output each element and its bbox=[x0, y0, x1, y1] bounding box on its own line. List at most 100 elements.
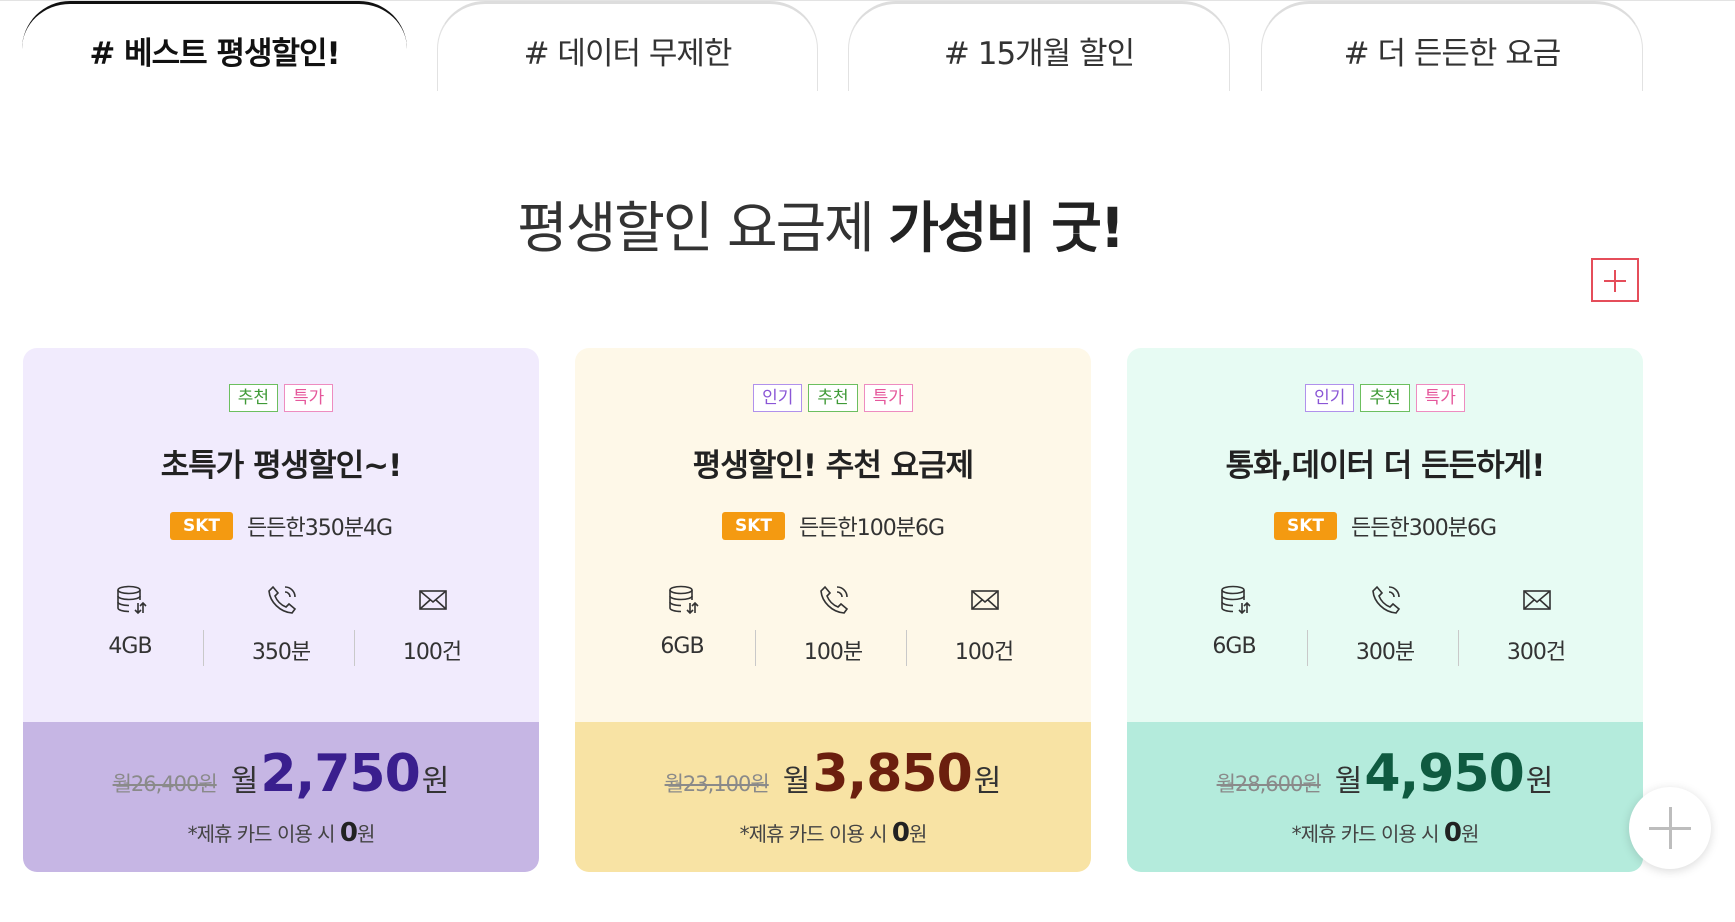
badge-special-price: 특가 bbox=[1415, 384, 1465, 412]
original-price: 월26,400원 bbox=[112, 772, 218, 796]
tab-15-month-discount[interactable]: # 15개월 할인 bbox=[848, 1, 1230, 91]
note-text: *제휴 카드 이용 시 bbox=[739, 822, 892, 846]
plan-specs: 6GB 300분 300건 bbox=[1127, 578, 1643, 678]
spec-divider bbox=[354, 630, 355, 666]
phone-icon bbox=[268, 585, 297, 614]
tab-label: # 데이터 무제한 bbox=[523, 36, 733, 72]
tab-more-reliable-plans[interactable]: # 더 든든한 요금 bbox=[1261, 1, 1643, 91]
note-zero: 0 bbox=[1443, 818, 1462, 848]
spec-value: 350분 bbox=[251, 640, 311, 665]
note-text: *제휴 카드 이용 시 bbox=[187, 822, 340, 846]
database-icon bbox=[669, 585, 699, 615]
plan-card[interactable]: 추천 특가 초특가 평생할인~! SKT 든든한350분4G 4GB 350분 bbox=[23, 348, 539, 872]
envelope-icon bbox=[419, 590, 447, 610]
spec-call: 100분 bbox=[758, 578, 908, 678]
price-prefix: 월 bbox=[230, 764, 259, 799]
tab-label: # 15개월 할인 bbox=[943, 36, 1135, 72]
phone-icon bbox=[820, 585, 849, 614]
envelope-icon bbox=[971, 590, 999, 610]
tab-label: # 베스트 평생할인! bbox=[89, 36, 340, 72]
badge-group: 인기 추천 특가 bbox=[1127, 384, 1643, 412]
database-icon bbox=[1221, 585, 1251, 615]
database-icon bbox=[117, 585, 147, 615]
original-price: 월28,600원 bbox=[1216, 772, 1322, 796]
spec-value: 300분 bbox=[1355, 640, 1415, 665]
card-discount-note: *제휴 카드 이용 시 0원 bbox=[23, 818, 539, 848]
carrier-badge: SKT bbox=[169, 512, 233, 540]
plan-card-top: 추천 특가 초특가 평생할인~! SKT 든든한350분4G 4GB 350분 bbox=[23, 348, 539, 722]
spec-value: 6GB bbox=[1212, 634, 1256, 659]
note-unit: 원 bbox=[356, 822, 375, 846]
spec-divider bbox=[906, 630, 907, 666]
price-row: 월28,600원 월 4,950 원 bbox=[1127, 744, 1643, 804]
price-suffix: 원 bbox=[421, 764, 450, 799]
plan-specs: 6GB 100분 100건 bbox=[575, 578, 1091, 678]
note-unit: 원 bbox=[1460, 822, 1479, 846]
spec-call: 300분 bbox=[1310, 578, 1460, 678]
floating-plus-icon[interactable] bbox=[1629, 787, 1711, 869]
spec-call: 350분 bbox=[206, 578, 356, 678]
spec-divider bbox=[755, 630, 756, 666]
plan-row: SKT 든든한100분6G bbox=[575, 510, 1091, 542]
spec-value: 100건 bbox=[954, 640, 1014, 665]
price-amount: 4,950 bbox=[1364, 744, 1524, 804]
price-amount: 2,750 bbox=[260, 744, 420, 804]
spec-value: 4GB bbox=[108, 634, 152, 659]
original-price: 월23,100원 bbox=[664, 772, 770, 796]
headline-normal: 평생할인 요금제 bbox=[517, 196, 889, 260]
plan-row: SKT 든든한350분4G bbox=[23, 510, 539, 542]
price-suffix: 원 bbox=[1525, 764, 1554, 799]
plan-price-area: 월26,400원 월 2,750 원 *제휴 카드 이용 시 0원 bbox=[23, 722, 539, 872]
note-text: *제휴 카드 이용 시 bbox=[1291, 822, 1444, 846]
plan-specs: 4GB 350분 100건 bbox=[23, 578, 539, 678]
badge-recommended: 추천 bbox=[1360, 384, 1410, 412]
spec-data: 6GB bbox=[1159, 578, 1309, 678]
tab-best-lifetime-discount[interactable]: # 베스트 평생할인! bbox=[22, 1, 407, 91]
tab-unlimited-data[interactable]: # 데이터 무제한 bbox=[437, 1, 818, 91]
plan-card-top: 인기 추천 특가 통화,데이터 더 든든하게! SKT 든든한300분6G 6G… bbox=[1127, 348, 1643, 722]
plan-name: 든든한100분6G bbox=[799, 516, 945, 541]
badge-recommended: 추천 bbox=[228, 384, 278, 412]
spec-divider bbox=[203, 630, 204, 666]
spec-divider bbox=[1307, 630, 1308, 666]
spec-sms: 100건 bbox=[909, 578, 1059, 678]
badge-special-price: 특가 bbox=[863, 384, 913, 412]
envelope-icon bbox=[1523, 590, 1551, 610]
plan-price-area: 월23,100원 월 3,850 원 *제휴 카드 이용 시 0원 bbox=[575, 722, 1091, 872]
spec-sms: 100건 bbox=[357, 578, 507, 678]
plan-card-title: 통화,데이터 더 든든하게! bbox=[1225, 448, 1546, 484]
price-row: 월23,100원 월 3,850 원 bbox=[575, 744, 1091, 804]
phone-icon bbox=[1372, 585, 1401, 614]
price-prefix: 월 bbox=[782, 764, 811, 799]
badge-popular: 인기 bbox=[1305, 384, 1355, 412]
badge-group: 인기 추천 특가 bbox=[575, 384, 1091, 412]
plan-row: SKT 든든한300분6G bbox=[1127, 510, 1643, 542]
plan-card[interactable]: 인기 추천 특가 평생할인! 추천 요금제 SKT 든든한100분6G 6GB … bbox=[575, 348, 1091, 872]
card-discount-note: *제휴 카드 이용 시 0원 bbox=[1127, 818, 1643, 848]
note-unit: 원 bbox=[908, 822, 927, 846]
tab-label: # 더 든든한 요금 bbox=[1343, 36, 1562, 72]
badge-recommended: 추천 bbox=[808, 384, 858, 412]
spec-value: 100건 bbox=[402, 640, 462, 665]
spec-data: 4GB bbox=[55, 578, 205, 678]
plan-tabs: # 베스트 평생할인! # 데이터 무제한 # 15개월 할인 # 더 든든한 … bbox=[0, 0, 1735, 100]
carrier-badge: SKT bbox=[1273, 512, 1337, 540]
plan-name: 든든한350분4G bbox=[247, 516, 393, 541]
more-plans-plus-icon[interactable] bbox=[1591, 258, 1639, 302]
spec-data: 6GB bbox=[607, 578, 757, 678]
spec-value: 100분 bbox=[803, 640, 863, 665]
headline-strong: 가성비 굿! bbox=[888, 196, 1125, 260]
spec-value: 300건 bbox=[1506, 640, 1566, 665]
note-zero: 0 bbox=[891, 818, 910, 848]
card-discount-note: *제휴 카드 이용 시 0원 bbox=[575, 818, 1091, 848]
spec-value: 6GB bbox=[660, 634, 704, 659]
badge-popular: 인기 bbox=[753, 384, 803, 412]
plan-price-area: 월28,600원 월 4,950 원 *제휴 카드 이용 시 0원 bbox=[1127, 722, 1643, 872]
plan-card[interactable]: 인기 추천 특가 통화,데이터 더 든든하게! SKT 든든한300분6G 6G… bbox=[1127, 348, 1643, 872]
price-suffix: 원 bbox=[973, 764, 1002, 799]
plan-card-title: 초특가 평생할인~! bbox=[160, 448, 403, 484]
sale-price: 월 2,750 원 bbox=[231, 744, 450, 804]
sale-price: 월 3,850 원 bbox=[783, 744, 1002, 804]
plan-name: 든든한300분6G bbox=[1351, 516, 1497, 541]
carrier-badge: SKT bbox=[721, 512, 785, 540]
